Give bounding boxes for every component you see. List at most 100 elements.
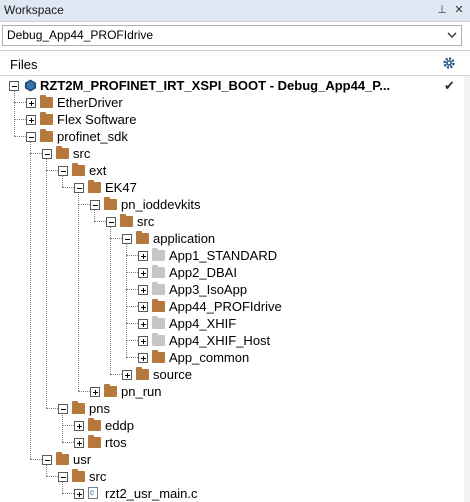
tree-connector <box>78 204 90 205</box>
collapse-toggle[interactable] <box>90 200 100 210</box>
collapse-toggle[interactable] <box>74 183 84 193</box>
folder-icon <box>56 146 69 159</box>
tree-connector <box>126 340 138 341</box>
expand-toggle[interactable] <box>138 251 148 261</box>
tree-connector <box>46 170 58 171</box>
gear-icon[interactable] <box>442 56 456 70</box>
folder-icon <box>152 333 165 346</box>
collapse-toggle[interactable] <box>26 132 36 142</box>
folder-icon <box>152 248 165 261</box>
collapse-toggle[interactable] <box>42 149 52 159</box>
folder-icon <box>120 214 133 227</box>
folder-icon <box>56 452 69 465</box>
tree-item-label: EK47 <box>105 180 137 195</box>
tree-item[interactable]: Flex Software <box>0 111 464 128</box>
workspace-titlebar: Workspace ⊥ ✕ <box>0 0 470 22</box>
tree-item[interactable]: usr <box>0 451 464 468</box>
project-row[interactable]: RZT2M_PROFINET_IRT_XSPI_BOOT - Debug_App… <box>0 77 464 94</box>
tree-item-label: eddp <box>105 418 134 433</box>
expand-toggle[interactable] <box>26 98 36 108</box>
collapse-toggle[interactable] <box>9 81 19 91</box>
tree-item[interactable]: pns <box>0 400 464 417</box>
collapse-toggle[interactable] <box>58 472 68 482</box>
configuration-dropdown[interactable]: Debug_App44_PROFIdrive <box>2 25 462 46</box>
tree-item[interactable]: App_common <box>0 349 464 366</box>
folder-icon <box>88 435 101 448</box>
expand-toggle[interactable] <box>138 319 148 329</box>
tree-item[interactable]: application <box>0 230 464 247</box>
tree-item-label: App1_STANDARD <box>169 248 278 263</box>
tree-connector <box>110 238 122 239</box>
tree-item[interactable]: src <box>0 213 464 230</box>
tree-item-label: source <box>153 367 193 382</box>
project-icon <box>24 79 37 92</box>
scrollbar[interactable] <box>464 76 470 502</box>
folder-icon <box>104 197 117 210</box>
tree-connector <box>62 442 74 443</box>
expand-toggle[interactable] <box>26 115 36 125</box>
tree-connector <box>30 153 42 154</box>
tree-item-label: App4_XHIF_Host <box>169 333 271 348</box>
collapse-toggle[interactable] <box>122 234 132 244</box>
tree-item-label: EtherDriver <box>57 95 123 110</box>
tree-connector <box>62 425 74 426</box>
tree-item-label: src <box>89 469 107 484</box>
tree-connector <box>126 255 138 256</box>
close-icon[interactable]: ✕ <box>452 3 466 17</box>
expand-toggle[interactable] <box>138 268 148 278</box>
tree-connector <box>126 306 138 307</box>
expand-toggle[interactable] <box>138 353 148 363</box>
tree-item[interactable]: src <box>0 145 464 162</box>
tree-connector <box>14 136 26 137</box>
tree-item-label: App_common <box>169 350 250 365</box>
tree-item[interactable]: profinet_sdk <box>0 128 464 145</box>
expand-toggle[interactable] <box>74 489 84 499</box>
tree-item[interactable]: App4_XHIF_Host <box>0 332 464 349</box>
project-name: RZT2M_PROFINET_IRT_XSPI_BOOT - Debug_App… <box>40 78 391 93</box>
tree-connector <box>126 323 138 324</box>
tree-item[interactable]: App3_IsoApp <box>0 281 464 298</box>
tree-item[interactable]: EtherDriver <box>0 94 464 111</box>
tree-item-label: rzt2_usr_main.c <box>105 486 198 501</box>
expand-toggle[interactable] <box>138 285 148 295</box>
tree-item[interactable]: pn_run <box>0 383 464 400</box>
active-check-icon: ✔ <box>444 78 455 93</box>
expand-toggle[interactable] <box>138 336 148 346</box>
tree-item[interactable]: pn_ioddevkits <box>0 196 464 213</box>
tree-item-label: App3_IsoApp <box>169 282 248 297</box>
collapse-toggle[interactable] <box>58 404 68 414</box>
folder-icon <box>72 469 85 482</box>
folder-icon <box>40 129 53 142</box>
tree-item-label: application <box>153 231 216 246</box>
expand-toggle[interactable] <box>74 421 84 431</box>
expand-toggle[interactable] <box>122 370 132 380</box>
tree-item[interactable]: ext <box>0 162 464 179</box>
tree-item[interactable]: src <box>0 468 464 485</box>
expand-toggle[interactable] <box>90 387 100 397</box>
tree-connector <box>126 289 138 290</box>
tree-item[interactable]: source <box>0 366 464 383</box>
tree-connector <box>126 272 138 273</box>
files-panel: Files RZT2M_PROFINET_IRT_XSPI_BOOT - Deb… <box>0 50 470 502</box>
folder-icon <box>40 112 53 125</box>
c-file-icon: c <box>88 487 98 499</box>
tree-item[interactable]: App1_STANDARD <box>0 247 464 264</box>
collapse-toggle[interactable] <box>58 166 68 176</box>
folder-icon <box>152 350 165 363</box>
folder-icon <box>72 401 85 414</box>
folder-icon <box>88 180 101 193</box>
expand-toggle[interactable] <box>74 438 84 448</box>
expand-toggle[interactable] <box>138 302 148 312</box>
tree-item-label: App44_PROFIdrive <box>169 299 282 314</box>
tree-connector <box>30 459 42 460</box>
tree-item[interactable]: App44_PROFIdrive <box>0 298 464 315</box>
pin-icon[interactable]: ⊥ <box>435 3 449 17</box>
tree-item[interactable]: App2_DBAI <box>0 264 464 281</box>
tree-item[interactable]: App4_XHIF <box>0 315 464 332</box>
tree-connector <box>62 493 74 494</box>
folder-icon <box>152 282 165 295</box>
collapse-toggle[interactable] <box>42 455 52 465</box>
collapse-toggle[interactable] <box>106 217 116 227</box>
file-tree: RZT2M_PROFINET_IRT_XSPI_BOOT - Debug_App… <box>0 76 470 502</box>
tree-item-label: src <box>137 214 155 229</box>
